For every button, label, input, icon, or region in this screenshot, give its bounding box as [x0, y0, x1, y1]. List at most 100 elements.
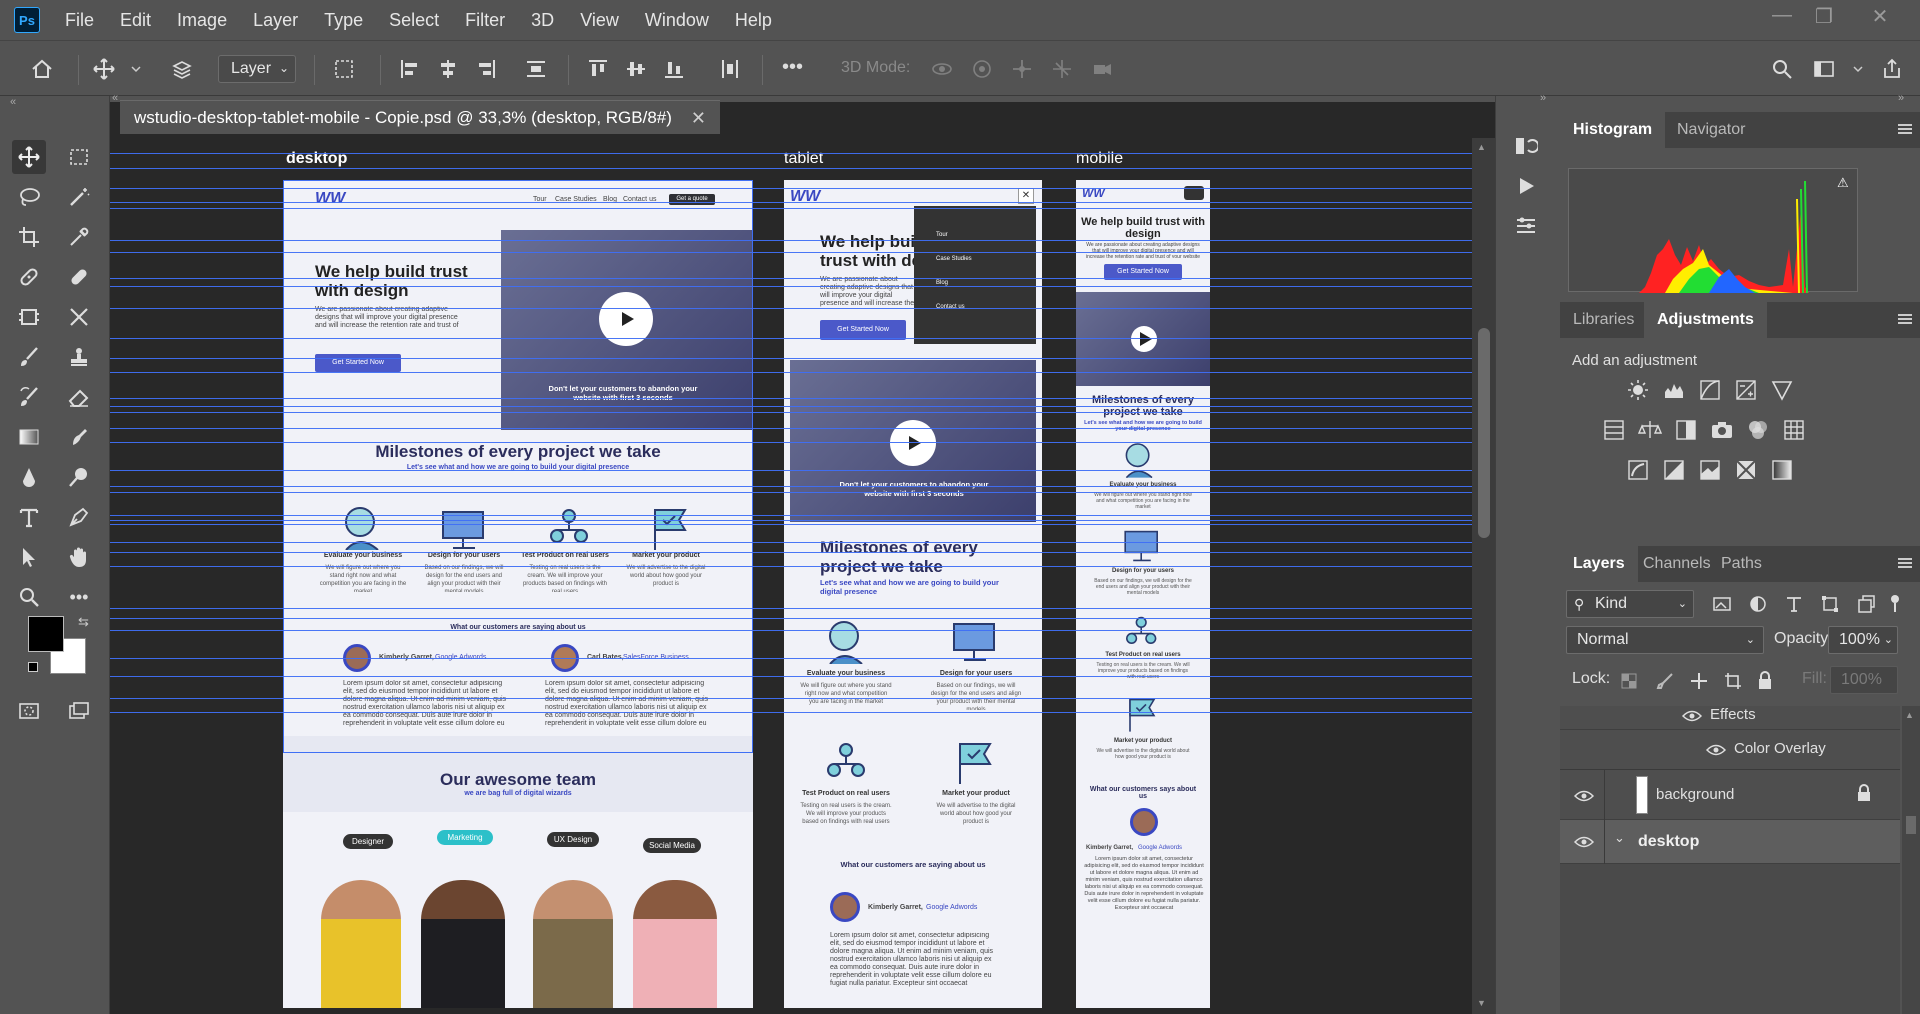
zoom-tool[interactable]: [12, 580, 46, 614]
eye-icon[interactable]: [1574, 790, 1594, 802]
content-aware-move-tool[interactable]: [62, 300, 96, 334]
align-middle-icon[interactable]: [624, 57, 648, 81]
posterize-icon[interactable]: [1662, 458, 1686, 482]
guide-line[interactable]: [110, 240, 1472, 241]
clone-stamp-tool[interactable]: [62, 340, 96, 374]
filter-toggle[interactable]: [1890, 594, 1900, 612]
distribute-horizontal-icon[interactable]: [718, 57, 742, 81]
transform-controls-icon[interactable]: [332, 57, 356, 81]
move-tool[interactable]: [12, 140, 46, 174]
collapse-panels-icon[interactable]: «: [112, 92, 118, 104]
guide-line[interactable]: [110, 286, 1472, 287]
exposure-icon[interactable]: [1734, 378, 1758, 402]
artboard-mobile[interactable]: WW We help build trust with design We ar…: [1076, 180, 1210, 1008]
share-icon[interactable]: [1880, 57, 1904, 81]
auto-select-dropdown[interactable]: Layer ⌄: [218, 55, 296, 83]
lock-all-icon[interactable]: [1756, 670, 1774, 690]
fill-field[interactable]: 100%: [1830, 666, 1898, 694]
history-panel-icon[interactable]: [1514, 134, 1538, 158]
hue-saturation-icon[interactable]: [1602, 418, 1626, 442]
path-selection-tool[interactable]: [12, 540, 46, 574]
dodge-tool[interactable]: [62, 460, 96, 494]
menu-layer[interactable]: Layer: [240, 0, 311, 40]
guide-line[interactable]: [110, 658, 1472, 659]
default-colors-icon[interactable]: [28, 662, 38, 672]
guide-line[interactable]: [110, 358, 1472, 359]
smudge-tool[interactable]: [62, 420, 96, 454]
guide-line[interactable]: [110, 566, 1472, 567]
chevron-down-icon[interactable]: [1852, 57, 1864, 81]
healing-brush-tool[interactable]: [62, 260, 96, 294]
filter-shape-icon[interactable]: [1820, 594, 1840, 614]
guide-line[interactable]: [110, 552, 1472, 553]
restore-button[interactable]: ❐: [1804, 4, 1844, 28]
photo-filter-icon[interactable]: [1710, 418, 1734, 442]
quick-mask-icon[interactable]: [12, 694, 46, 728]
guide-line[interactable]: [110, 630, 1472, 631]
close-window-button[interactable]: ✕: [1860, 4, 1900, 28]
history-brush-tool[interactable]: [12, 380, 46, 414]
tab-libraries[interactable]: Libraries: [1560, 302, 1647, 338]
guide-line[interactable]: [110, 486, 1472, 487]
type-tool[interactable]: [12, 500, 46, 534]
guide-line[interactable]: [110, 153, 1472, 154]
canvas[interactable]: desktop tablet mobile WW Tour Case Studi…: [110, 138, 1472, 1008]
color-lookup-icon[interactable]: [1782, 418, 1806, 442]
brush-tool[interactable]: [12, 340, 46, 374]
lock-position-icon[interactable]: [1690, 672, 1708, 690]
guide-line[interactable]: [110, 202, 1472, 203]
kind-filter-dropdown[interactable]: ⚲ Kind ⌄: [1566, 590, 1694, 618]
guide-line[interactable]: [110, 168, 1472, 169]
tab-adjustments[interactable]: Adjustments: [1644, 302, 1767, 338]
frame-tool[interactable]: [12, 300, 46, 334]
threshold-icon[interactable]: [1698, 458, 1722, 482]
align-left-icon[interactable]: [398, 57, 422, 81]
menu-filter[interactable]: Filter: [452, 0, 518, 40]
warning-icon[interactable]: ⚠: [1837, 175, 1849, 191]
scroll-down-icon[interactable]: ▼: [1477, 998, 1486, 1008]
invert-icon[interactable]: [1626, 458, 1650, 482]
guide-line[interactable]: [110, 278, 1472, 279]
eye-icon[interactable]: [1682, 710, 1702, 722]
guide-line[interactable]: [110, 698, 1472, 699]
crop-tool[interactable]: [12, 220, 46, 254]
guide-line[interactable]: [110, 618, 1472, 619]
guide-line[interactable]: [110, 470, 1472, 471]
align-right-icon[interactable]: [474, 57, 498, 81]
tab-navigator[interactable]: Navigator: [1664, 112, 1758, 148]
guide-line[interactable]: [110, 515, 1472, 516]
tab-paths[interactable]: Paths: [1708, 546, 1775, 582]
guide-line[interactable]: [110, 398, 1472, 399]
lock-transparent-icon[interactable]: [1620, 672, 1638, 690]
home-icon[interactable]: [30, 57, 54, 81]
guide-line[interactable]: [110, 252, 1472, 253]
guide-line[interactable]: [110, 712, 1472, 713]
distribute-vertical-icon[interactable]: [524, 57, 548, 81]
guide-line[interactable]: [110, 542, 1472, 543]
lock-icon[interactable]: [1856, 784, 1872, 802]
align-bottom-icon[interactable]: [662, 57, 686, 81]
lock-artboard-icon[interactable]: [1724, 672, 1742, 690]
properties-panel-icon[interactable]: [1514, 214, 1538, 238]
layer-row-background[interactable]: background: [1560, 770, 1900, 820]
align-center-icon[interactable]: [436, 57, 460, 81]
opacity-field[interactable]: 100% ⌄: [1828, 626, 1898, 654]
tab-layers[interactable]: Layers: [1560, 546, 1638, 582]
guide-line[interactable]: [110, 372, 1472, 373]
minimize-button[interactable]: —: [1762, 4, 1802, 28]
more-tools-icon[interactable]: •••: [62, 580, 96, 614]
filter-adjustment-icon[interactable]: [1748, 594, 1768, 614]
guide-line[interactable]: [110, 428, 1472, 429]
scroll-up-icon[interactable]: ▲: [1905, 710, 1914, 720]
filter-smart-object-icon[interactable]: [1856, 594, 1876, 614]
collapse-dock-icon[interactable]: »: [1540, 92, 1546, 104]
vertical-scrollbar[interactable]: ▲ ▼: [1472, 138, 1495, 1014]
guide-line[interactable]: [110, 492, 1472, 493]
guide-line[interactable]: [110, 338, 1472, 339]
curves-icon[interactable]: [1698, 378, 1722, 402]
scroll-up-icon[interactable]: ▲: [1477, 142, 1486, 152]
menu-type[interactable]: Type: [311, 0, 376, 40]
blur-tool[interactable]: [12, 460, 46, 494]
gradient-tool[interactable]: [12, 420, 46, 454]
panel-menu-icon[interactable]: [1898, 124, 1912, 134]
